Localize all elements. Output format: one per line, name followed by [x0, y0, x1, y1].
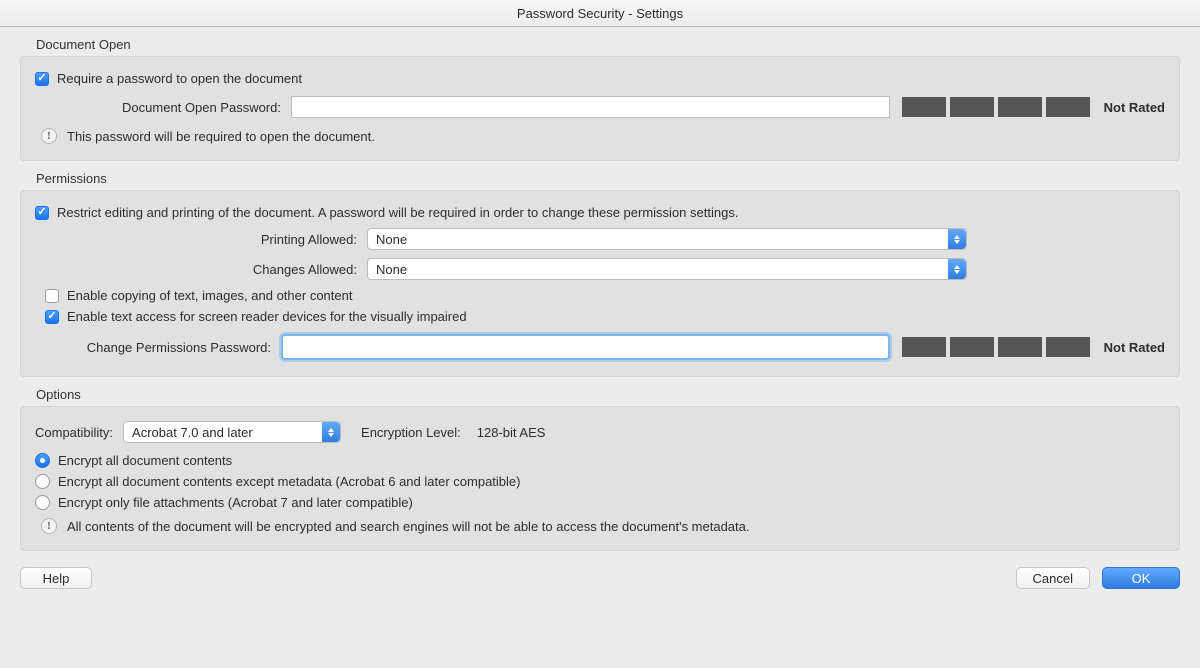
compatibility-label: Compatibility: [35, 425, 123, 440]
radio-encrypt-except-metadata[interactable] [35, 474, 50, 489]
section-options: Compatibility: Acrobat 7.0 and later Enc… [20, 406, 1180, 551]
radio-encrypt-except-metadata-label: Encrypt all document contents except met… [58, 474, 520, 489]
radio-encrypt-attachments-only[interactable] [35, 495, 50, 510]
changes-allowed-value: None [376, 262, 407, 277]
document-open-info-text: This password will be required to open t… [67, 129, 375, 144]
cancel-button[interactable]: Cancel [1016, 567, 1090, 589]
section-document-open: Require a password to open the document … [20, 56, 1180, 161]
radio-encrypt-all[interactable] [35, 453, 50, 468]
dialog-footer: Help Cancel OK [0, 557, 1200, 589]
password-strength-label: Not Rated [1104, 100, 1165, 115]
encryption-level-value: 128-bit AES [461, 425, 546, 440]
help-button[interactable]: Help [20, 567, 92, 589]
compatibility-value: Acrobat 7.0 and later [132, 425, 253, 440]
printing-allowed-value: None [376, 232, 407, 247]
printing-allowed-select[interactable]: None [367, 228, 967, 250]
checkbox-require-password[interactable] [35, 72, 49, 86]
window-title: Password Security - Settings [0, 0, 1200, 27]
enable-reader-label: Enable text access for screen reader dev… [67, 309, 467, 324]
section-permissions: Restrict editing and printing of the doc… [20, 190, 1180, 377]
section-label-permissions: Permissions [20, 167, 1180, 190]
restrict-editing-label: Restrict editing and printing of the doc… [57, 205, 738, 220]
compatibility-select[interactable]: Acrobat 7.0 and later [123, 421, 341, 443]
permissions-password-strength-meter [902, 337, 1090, 357]
dropdown-stepper-icon [322, 422, 340, 442]
dropdown-stepper-icon [948, 229, 966, 249]
document-open-password-input[interactable] [291, 96, 890, 118]
dropdown-stepper-icon [948, 259, 966, 279]
password-strength-meter [902, 97, 1090, 117]
printing-allowed-label: Printing Allowed: [35, 232, 367, 247]
options-info-text: All contents of the document will be enc… [67, 519, 750, 534]
section-label-options: Options [20, 383, 1180, 406]
encryption-level-label: Encryption Level: [341, 425, 461, 440]
info-icon: ! [41, 518, 57, 534]
checkbox-enable-reader[interactable] [45, 310, 59, 324]
enable-copy-label: Enable copying of text, images, and othe… [67, 288, 352, 303]
require-password-label: Require a password to open the document [57, 71, 302, 86]
changes-allowed-label: Changes Allowed: [35, 262, 367, 277]
change-permissions-password-input[interactable] [281, 334, 890, 360]
changes-allowed-select[interactable]: None [367, 258, 967, 280]
document-open-password-label: Document Open Password: [35, 100, 291, 115]
radio-encrypt-attachments-only-label: Encrypt only file attachments (Acrobat 7… [58, 495, 413, 510]
section-label-document-open: Document Open [20, 33, 1180, 56]
checkbox-enable-copy[interactable] [45, 289, 59, 303]
radio-encrypt-all-label: Encrypt all document contents [58, 453, 232, 468]
ok-button[interactable]: OK [1102, 567, 1180, 589]
checkbox-restrict-editing[interactable] [35, 206, 49, 220]
info-icon: ! [41, 128, 57, 144]
change-permissions-password-label: Change Permissions Password: [35, 340, 281, 355]
permissions-password-strength-label: Not Rated [1104, 340, 1165, 355]
